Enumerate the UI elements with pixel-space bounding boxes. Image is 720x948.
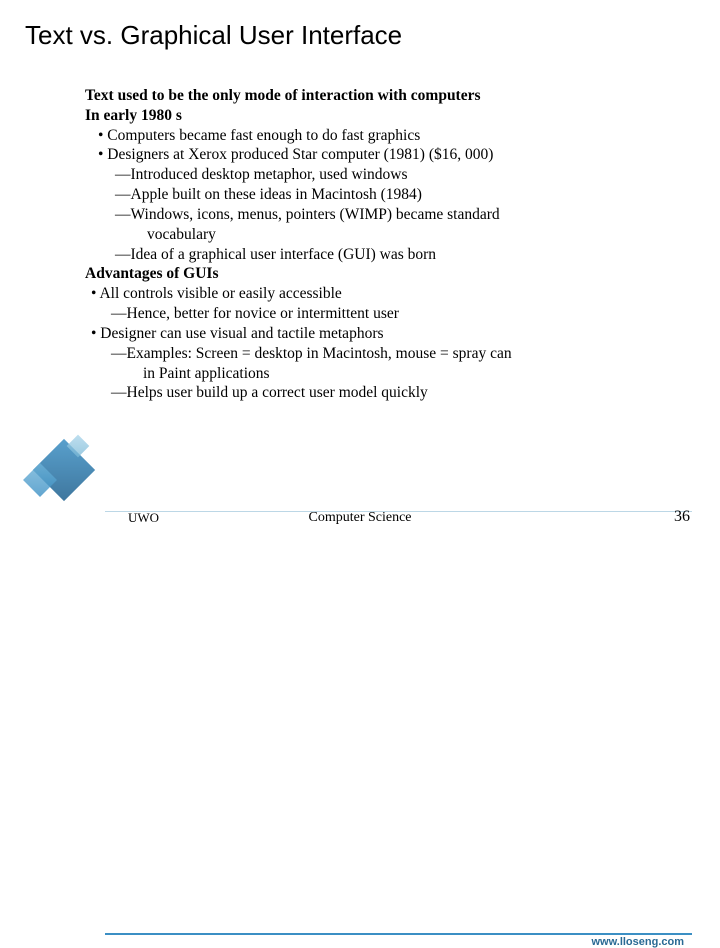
sub-gui-born: —Idea of a graphical user interface (GUI…: [85, 245, 690, 265]
footer-left: UWO: [128, 510, 159, 526]
divider-line-top: [105, 933, 692, 935]
intro-line-2: In early 1980 s: [85, 106, 690, 126]
sub-novice-user: —Hence, better for novice or intermitten…: [85, 304, 690, 324]
diamond-decoration-icon: [20, 440, 100, 500]
sub-wimp-cont: vocabulary: [85, 225, 690, 245]
advantages-heading: Advantages of GUIs: [85, 264, 690, 284]
intro-line-1: Text used to be the only mode of interac…: [85, 86, 690, 106]
slide-title: Text vs. Graphical User Interface: [0, 0, 720, 51]
sub-apple-macintosh: —Apple built on these ideas in Macintosh…: [85, 185, 690, 205]
bullet-xerox-star: • Designers at Xerox produced Star compu…: [85, 145, 690, 165]
sub-examples-cont: in Paint applications: [85, 364, 690, 384]
footer-url: www.lloseng.com: [588, 936, 689, 948]
sub-wimp: —Windows, icons, menus, pointers (WIMP) …: [85, 205, 690, 225]
sub-examples: —Examples: Screen = desktop in Macintosh…: [85, 344, 690, 364]
sub-desktop-metaphor: —Introduced desktop metaphor, used windo…: [85, 165, 690, 185]
bullet-computers-fast: • Computers became fast enough to do fas…: [85, 126, 690, 146]
slide-body: Text used to be the only mode of interac…: [0, 51, 720, 403]
sub-user-model: —Helps user build up a correct user mode…: [85, 383, 690, 403]
page-number: 36: [674, 508, 690, 526]
slide-footer: www.lloseng.com UWO Computer Science 36: [0, 460, 720, 540]
bullet-controls-visible: • All controls visible or easily accessi…: [85, 284, 690, 304]
bullet-metaphors: • Designer can use visual and tactile me…: [85, 324, 690, 344]
footer-center: Computer Science: [308, 510, 411, 526]
